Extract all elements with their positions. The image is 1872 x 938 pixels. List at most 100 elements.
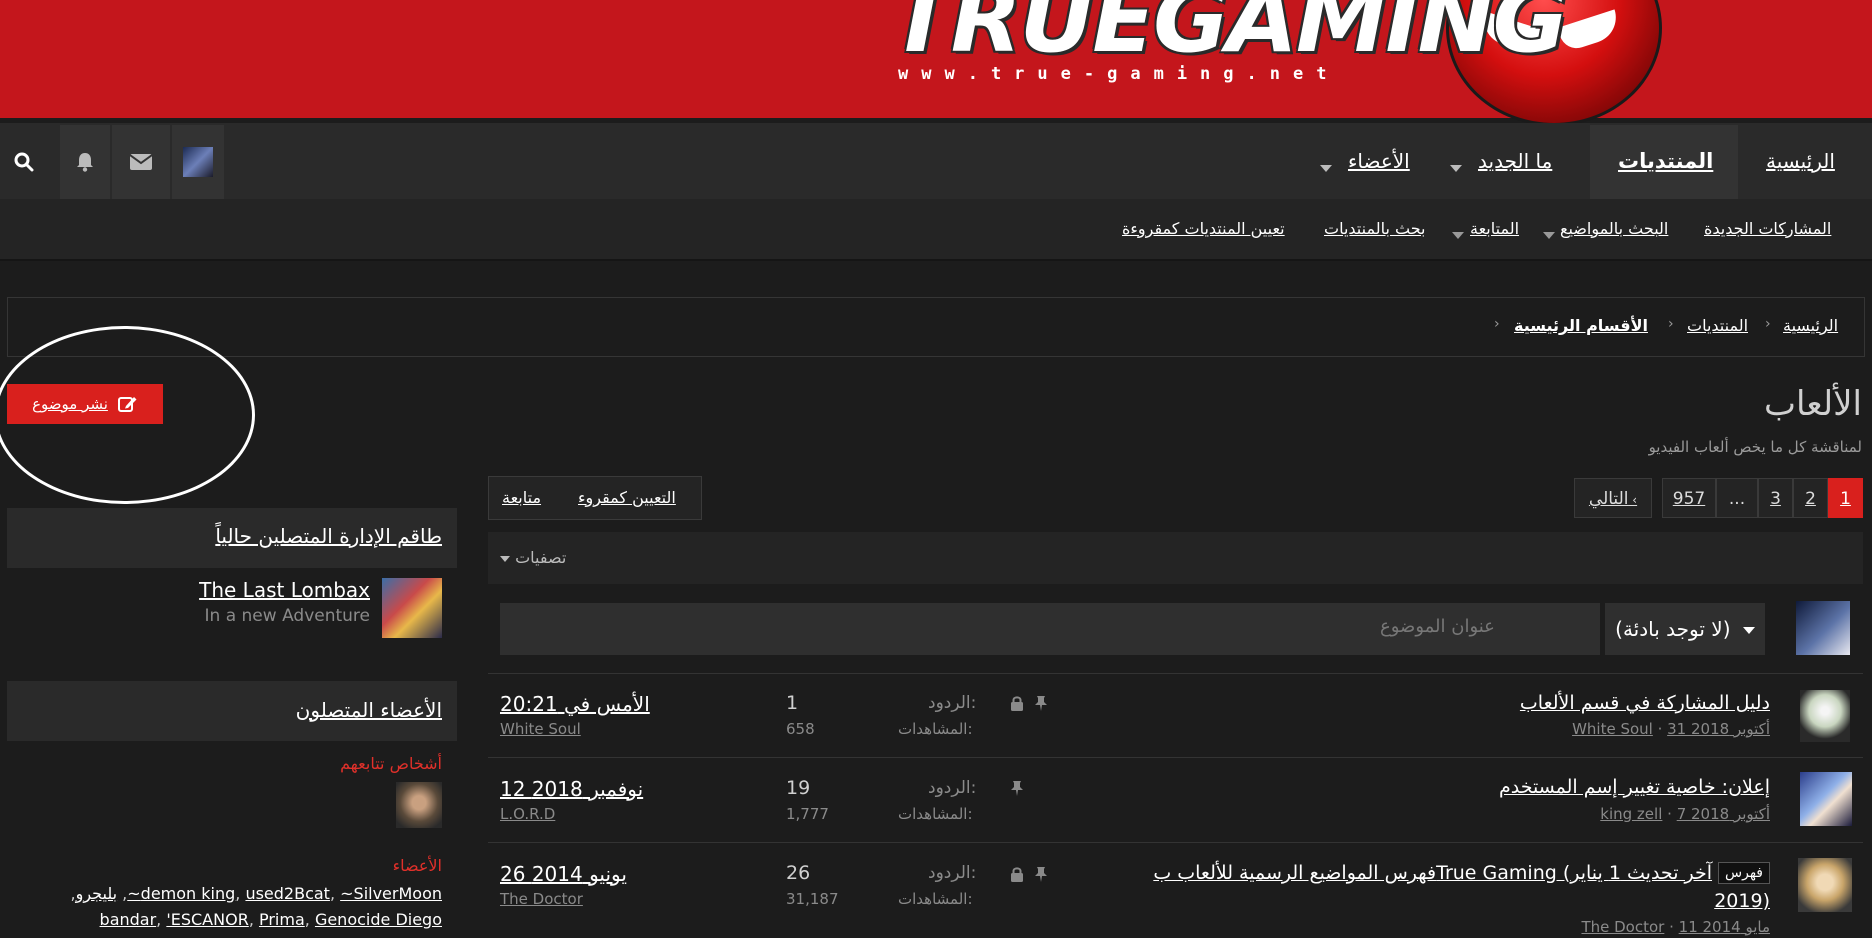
annotation-circle: [0, 326, 255, 504]
page-ellipsis[interactable]: ...: [1716, 478, 1758, 518]
last-post-user[interactable]: White Soul: [500, 720, 581, 738]
thread-date[interactable]: 11 مايو 2014: [1679, 918, 1770, 936]
nav-home[interactable]: الرئيسية: [1766, 123, 1835, 199]
mark-read-tab[interactable]: التعيين كمقروء: [578, 476, 676, 520]
members-online-title[interactable]: الأعضاء المتصلون: [296, 698, 442, 722]
replies-label: الردود:: [928, 778, 977, 798]
user-avatar-button[interactable]: [172, 125, 224, 199]
breadcrumb-separator: ›: [1668, 316, 1674, 332]
search-button[interactable]: [0, 125, 48, 199]
thread-meta: king zell · 7 أكتوبر 2018: [1600, 805, 1770, 823]
watch-tab[interactable]: متابعة: [502, 476, 541, 520]
last-post-user[interactable]: The Doctor: [500, 890, 583, 908]
members-list-line: bandar, 'ESCANOR, Prima, Genocide Diego: [99, 910, 442, 929]
replies-count: 1: [786, 692, 799, 714]
filters-toggle[interactable]: تصفيات: [500, 548, 566, 567]
alerts-button[interactable]: [60, 125, 110, 199]
last-post-date[interactable]: الأمس في 20:21: [500, 692, 650, 716]
inbox-button[interactable]: [112, 125, 170, 199]
page-next-button[interactable]: التالي ‹: [1574, 478, 1652, 518]
member-link[interactable]: bandar: [100, 910, 157, 929]
breadcrumb-separator: ›: [1494, 316, 1500, 332]
thread-author[interactable]: king zell: [1600, 805, 1662, 823]
thread-date[interactable]: 31 أكتوبر 2018: [1667, 720, 1770, 738]
chevron-down-icon[interactable]: [1320, 158, 1332, 177]
avatar[interactable]: [396, 782, 442, 828]
views-label: المشاهدات:: [898, 720, 973, 738]
page-link-1[interactable]: 1: [1828, 478, 1863, 518]
nav-forums[interactable]: المنتديات: [1618, 123, 1713, 199]
member-link[interactable]: used2Bcat: [245, 884, 330, 903]
search-icon: [14, 152, 34, 172]
avatar: [1796, 601, 1850, 655]
thread-title-link[interactable]: فهرس المواضيع الرسمية للألعاب بTrue Gami…: [1153, 862, 1712, 884]
member-link[interactable]: Genocide Diego: [315, 910, 442, 929]
thread-author[interactable]: White Soul: [1572, 720, 1653, 738]
chevron-down-icon: [1742, 627, 1755, 634]
members-label: الأعضاء: [392, 856, 442, 875]
subnav-search-forums[interactable]: بحث بالمنتديات: [1324, 199, 1425, 259]
prefix-select[interactable]: (لا توجد بادئة): [1604, 603, 1765, 655]
nav-members[interactable]: الأعضاء: [1348, 123, 1410, 199]
staff-online-title[interactable]: طاقم الإدارة المتصلين حالياً: [215, 524, 442, 548]
member-link[interactable]: بليجرو: [76, 884, 117, 903]
site-logo[interactable]: TRUEGAMING: [890, 0, 1568, 73]
chevron-down-icon[interactable]: [1450, 158, 1462, 177]
thread-row: [488, 757, 1863, 842]
last-post-user[interactable]: L.O.R.D: [500, 805, 555, 823]
chevron-down-icon: [500, 555, 510, 562]
chevron-right-icon: ‹: [1628, 493, 1638, 507]
last-post-date[interactable]: 26 يونيو 2014: [500, 862, 627, 886]
bell-icon: [77, 153, 93, 172]
breadcrumb-forums[interactable]: المنتديات: [1687, 316, 1748, 335]
member-link[interactable]: Prima: [259, 910, 305, 929]
chevron-down-icon[interactable]: [1543, 225, 1555, 244]
filter-bar: [488, 532, 1863, 584]
views-label: المشاهدات:: [898, 890, 973, 908]
thread-title-link[interactable]: دليل المشاركة في قسم الألعاب: [1520, 692, 1770, 714]
breadcrumb-home[interactable]: الرئيسية: [1783, 316, 1838, 335]
views-label: المشاهدات:: [898, 805, 973, 823]
subnav-watched[interactable]: المتابعة: [1470, 199, 1519, 259]
thread-author[interactable]: The Doctor: [1581, 918, 1664, 936]
thread-title-link-continued[interactable]: 2019): [1714, 890, 1770, 912]
replies-label: الردود:: [928, 863, 977, 883]
avatar[interactable]: [382, 578, 442, 638]
staff-member-status: In a new Adventure: [204, 606, 370, 626]
thread-meta: White Soul · 31 أكتوبر 2018: [1572, 720, 1770, 738]
avatar[interactable]: [1798, 858, 1852, 912]
site-logo-url: www.true-gaming.net: [898, 64, 1340, 84]
replies-count: 26: [786, 862, 811, 884]
subnav-search-threads[interactable]: البحث بالمواضيع: [1560, 199, 1668, 259]
member-link[interactable]: 'ESCANOR: [166, 910, 248, 929]
subnav-mark-forums-read[interactable]: تعيين المنتديات كمقروءة: [1122, 199, 1285, 259]
following-label: أشخاص تتابعهم: [340, 754, 442, 773]
sticky-icon: [1034, 695, 1048, 715]
avatar[interactable]: [1800, 772, 1852, 826]
chevron-down-icon[interactable]: [1452, 225, 1464, 244]
page-link-3[interactable]: 3: [1758, 478, 1793, 518]
page-title: الألعاب: [1764, 384, 1862, 424]
last-post-date[interactable]: 12 نوفمبر 2018: [500, 777, 643, 801]
breadcrumb-separator: ›: [1765, 316, 1771, 332]
thread-title-line: فهرس المواضيع الرسمية للألعاب بTrue Gami…: [1153, 862, 1770, 884]
thread-date[interactable]: 7 أكتوبر 2018: [1677, 805, 1770, 823]
thread-row: [488, 673, 1863, 758]
subnav-new-posts[interactable]: المشاركات الجديدة: [1704, 199, 1831, 259]
filters-label: تصفيات: [515, 548, 567, 567]
member-link[interactable]: demon king: [141, 884, 236, 903]
nav-whats-new[interactable]: ما الجديد: [1478, 123, 1552, 199]
page-link-957[interactable]: 957: [1662, 478, 1716, 518]
sticky-icon: [1010, 780, 1024, 800]
breadcrumb-main-sections[interactable]: الأقسام الرئيسية: [1514, 316, 1648, 335]
replies-label: الردود:: [928, 693, 977, 713]
page-link-2[interactable]: 2: [1793, 478, 1828, 518]
replies-count: 19: [786, 777, 811, 799]
staff-member-name[interactable]: The Last Lombax: [199, 578, 370, 602]
views-count: 31,187: [786, 890, 839, 908]
thread-title-placeholder: عنوان الموضوع: [1380, 616, 1495, 637]
thread-title-link[interactable]: إعلان: خاصية تغيير إسم المستخدم: [1499, 776, 1770, 798]
sticky-icon: [1034, 866, 1048, 886]
thread-prefix-badge[interactable]: فهرس: [1718, 862, 1770, 884]
avatar[interactable]: [1800, 690, 1850, 742]
